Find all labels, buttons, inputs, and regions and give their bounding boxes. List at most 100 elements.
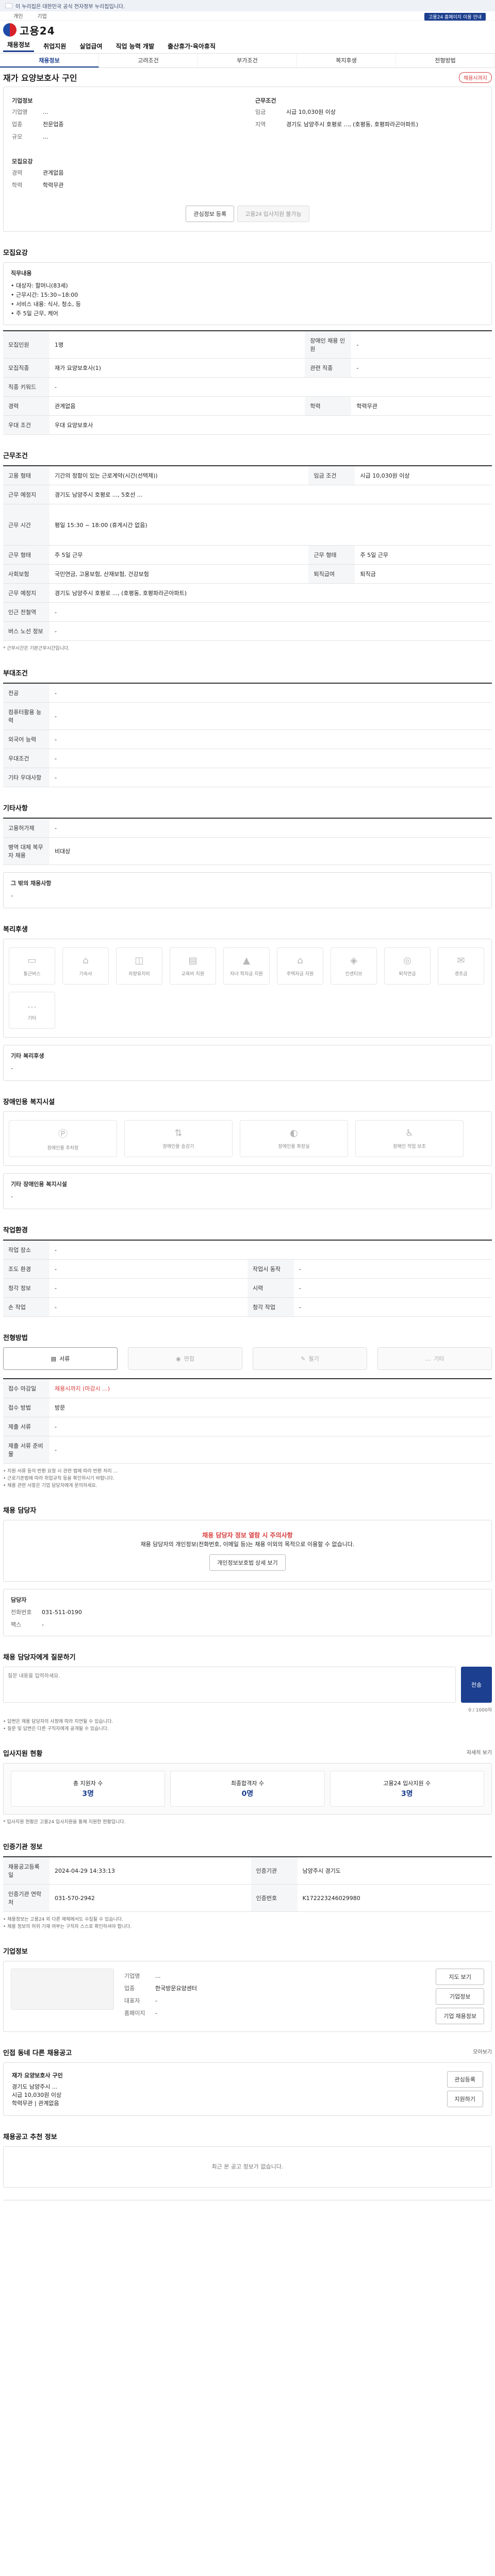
disability-item: Ⓟ 장애인용 주차장 <box>9 1120 117 1157</box>
contact-box: 담당자 전화번호 031-511-0190 팩스 - <box>3 1589 492 1636</box>
util-bar: 개인 기업 고용24 홈페이지 이용 안내 <box>0 11 495 21</box>
map-button[interactable]: 지도 보기 <box>436 1969 484 1985</box>
gnb-leave[interactable]: 출산휴가·육아휴직 <box>163 42 220 50</box>
recruit-table: 모집인원 1명 장애인 채용 인원 - 모집직종 재가 요양보호사(1) 관련 직종 - 직… <box>3 330 492 435</box>
home-money-icon: ⌂ <box>297 955 303 966</box>
interview-icon: ◉ <box>176 1355 181 1362</box>
process-table: 접수 마감일 채용시까지 (마감시 ...) 접수 방법 방문 제출 서류 - 제출 … <box>3 1378 492 1464</box>
stat-online: 고용24 입사지원 수 3명 <box>329 1771 484 1807</box>
privacy-detail-button[interactable]: 개인정보보호법 상세 보기 <box>209 1554 286 1571</box>
favorite-button[interactable]: 관심정보 등록 <box>186 206 235 222</box>
contact-alert: 채용 담당자 정보 열람 시 주의사항 채용 담당자의 개인정보(전화번호, 이… <box>3 1520 492 1582</box>
gnb-benefit[interactable]: 실업급여 <box>75 42 106 50</box>
section-tabs: 채용정보 고려조건 부가조건 복지후생 전형방법 <box>0 54 495 68</box>
util-link-personal[interactable]: 개인 <box>13 12 23 20</box>
deadline-badge: 채용시까지 <box>459 72 492 83</box>
recent-heading: 채용공고 추천 정보 <box>3 2133 57 2141</box>
alert-title: 채용 담당자 정보 열람 시 주의사항 <box>202 1532 293 1539</box>
inquiry-form: 전송 <box>3 1667 492 1703</box>
gov-banner: 이 누리집은 대한민국 공식 전자정부 누리집입니다. <box>0 0 495 11</box>
conditions-heading: 근무조건 <box>3 452 28 460</box>
related-card: 재가 요양보호사 구인 경기도 남양주시 ... 시급 10,030원 이상 학… <box>3 2062 492 2116</box>
tab-welfare[interactable]: 복지후생 <box>297 54 396 67</box>
other-table: 고용허가제 - 병역 대체 복무자 채용 비대상 <box>3 818 492 865</box>
page-title: 재가 요양보호사 구인 <box>3 73 77 83</box>
conditions-table: 고용 형태 기간의 정함이 있는 근로계약(시간(선택제)) 임금 조건 시급 10,… <box>3 465 492 641</box>
company-info-button[interactable]: 기업정보 <box>436 1988 484 2005</box>
welfare-heading: 복리후생 <box>3 926 28 934</box>
disability-item: ⇅ 장애인용 승강기 <box>124 1120 233 1157</box>
assist-icon: ♿ <box>405 1128 414 1139</box>
elevator-icon: ⇅ <box>174 1128 183 1139</box>
company-info-card: 기업명... 업종 한국방문요양센터 대표자 - 홈페이지 - 지도 보기 기업정보 … <box>3 1961 492 2032</box>
company-jobs-button[interactable]: 기업 채용정보 <box>436 2008 484 2024</box>
welfare-item: ◫ 차량유지비 <box>116 947 162 985</box>
process-heading: 전형방법 <box>3 1334 28 1342</box>
recent-empty: 최근 본 공고 정보가 없습니다. <box>3 2146 492 2188</box>
tab-process[interactable]: 전형방법 <box>396 54 495 67</box>
flag-icon <box>5 3 12 8</box>
welfare-item: ◎ 퇴직연금 <box>384 947 431 985</box>
welfare-icons: ▭ 통근버스 ⌂ 기숙사 ◫ 차량유지비 ▤ 교육비 지원 ▲ 자녀 학자금 지원 ⌂ 주택… <box>3 939 492 1038</box>
method-interview: ◉ 면접 <box>128 1347 242 1370</box>
contact-phone: 031-511-0190 <box>42 1609 82 1616</box>
inquiry-input[interactable] <box>3 1667 456 1703</box>
document-icon: ▤ <box>51 1355 57 1362</box>
book-icon: ▤ <box>188 955 197 966</box>
bus-icon: ▭ <box>27 955 37 966</box>
method-other: … 기타 <box>377 1347 492 1370</box>
inquiry-send-button[interactable]: 전송 <box>461 1667 492 1703</box>
util-link-company[interactable]: 기업 <box>37 12 46 20</box>
gnb-jobs[interactable]: 채용정보 <box>3 40 35 52</box>
car-icon: ◫ <box>135 955 144 966</box>
dots-icon: … <box>425 1355 431 1362</box>
tab-jobs[interactable]: 채용정보 <box>0 54 99 67</box>
welfare-item: ▤ 교육비 지원 <box>170 947 216 985</box>
disability-item: ♿ 장애인 작업 보조 <box>355 1120 464 1157</box>
apply-status: 총 지원자 수 3명 최종합격자 수 0명 고용24 입사지원 수 3명 <box>3 1763 492 1815</box>
apply-status-more[interactable]: 자세히 보기 <box>467 1748 492 1758</box>
welfare-item: ⌂ 주택자금 지원 <box>277 947 323 985</box>
gnb-support[interactable]: 취업지원 <box>39 42 70 50</box>
apply-button[interactable]: 고용24 입사지원 불가능 <box>237 206 309 222</box>
disability-icons: Ⓟ 장애인용 주차장 ⇅ 장애인용 승강기 ◐ 장애인용 화장실 ♿ 장애인 작업 보조 <box>3 1111 492 1166</box>
more-icon: … <box>27 999 37 1010</box>
stat-hired: 최종합격자 수 0명 <box>170 1771 325 1807</box>
related-more[interactable]: 모아보기 <box>473 2047 492 2057</box>
tab-condition[interactable]: 고려조건 <box>99 54 198 67</box>
inquiry-heading: 채용 담당자에게 질문하기 <box>3 1654 76 1662</box>
util-guide-link[interactable]: 고용24 홈페이지 이용 안내 <box>424 13 486 21</box>
related-title[interactable]: 재가 요양보호사 구인 <box>12 2071 437 2079</box>
toilet-icon: ◐ <box>290 1128 298 1139</box>
company-logo-image <box>11 1969 114 2010</box>
extra-table: 전공 - 컴퓨터활용 능력 - 외국어 능력 - 우대조건 - 기타 우대사항 - <box>3 683 492 787</box>
gnb-training[interactable]: 직업 능력 개발 <box>112 42 159 50</box>
apply-status-heading: 입사지원 현황 자세히 보기 <box>3 1748 492 1758</box>
extra-heading: 부대조건 <box>3 670 28 677</box>
pension-icon: ◎ <box>403 955 411 966</box>
logo-icon[interactable] <box>3 23 16 37</box>
contact-heading: 채용 담당자 <box>3 1507 37 1515</box>
env-heading: 작업환경 <box>3 1227 28 1234</box>
parking-icon: Ⓟ <box>58 1128 68 1140</box>
global-nav: 채용정보 취업지원 실업급여 직업 능력 개발 출산휴가·육아휴직 <box>0 39 495 54</box>
gov-banner-text: 이 누리집은 대한민국 공식 전자정부 누리집입니다. <box>15 4 125 10</box>
welfare-item: ✉ 경조금 <box>438 947 484 985</box>
welfare-item: ▭ 통근버스 <box>9 947 55 985</box>
info-table: 채용공고등록일 2024-04-29 14:33:13 인증기관 남양주시 경기도 인… <box>3 1856 492 1912</box>
welfare-item: ⌂ 기숙사 <box>62 947 109 985</box>
related-favorite-button[interactable]: 관심등록 <box>447 2071 483 2088</box>
welfare-other: 기타 복리후생 - <box>3 1045 492 1081</box>
related-apply-button[interactable]: 지원하기 <box>447 2091 483 2107</box>
location: 경기도 남양주시 호평로 ..., (호평동, 호평파라곤아파트) <box>286 121 419 128</box>
logo[interactable]: 고용24 <box>20 23 55 38</box>
related-heading: 인접 동네 다른 채용공고 모아보기 <box>3 2047 492 2057</box>
welfare-item: ▲ 자녀 학자금 지원 <box>223 947 270 985</box>
other-box: 그 밖의 채용사항 - <box>3 872 492 908</box>
envelope-icon: ✉ <box>457 955 465 966</box>
recruit-heading: 모집요강 <box>3 249 28 257</box>
company-heading: 기업정보 <box>12 97 33 104</box>
wage: 시급 10,030원 이상 <box>286 109 336 115</box>
disability-item: ◐ 장애인용 화장실 <box>240 1120 348 1157</box>
tab-extra[interactable]: 부가조건 <box>198 54 297 67</box>
